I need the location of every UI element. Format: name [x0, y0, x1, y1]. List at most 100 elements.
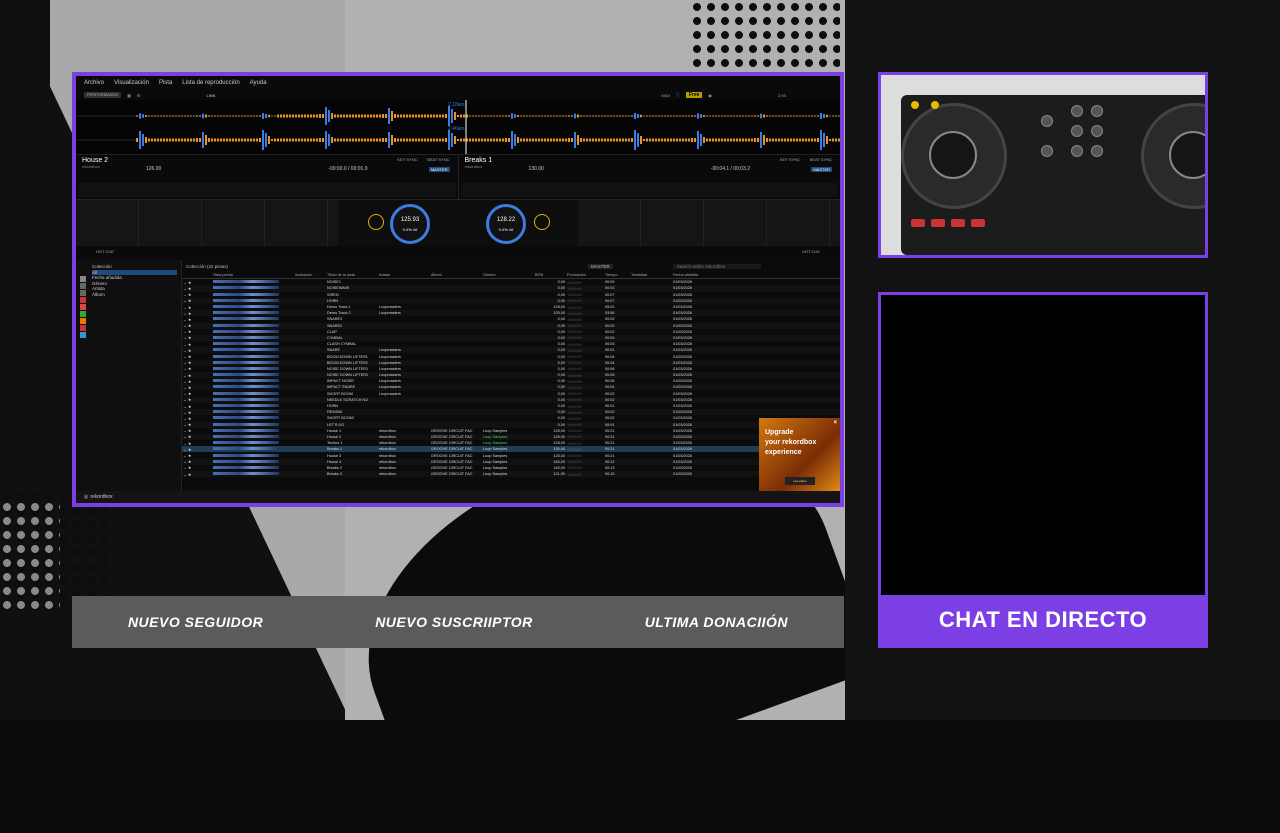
preview-waveform[interactable] — [213, 342, 279, 346]
plan-badge[interactable]: Free — [685, 92, 703, 98]
deck-left-mini-waveform[interactable] — [78, 183, 456, 197]
info-icon[interactable]: ⓘ — [676, 92, 680, 98]
rating-stars[interactable]: ☆☆☆☆☆ — [567, 367, 582, 371]
pads-left[interactable] — [76, 200, 338, 246]
record-icon[interactable]: ◉ — [708, 93, 712, 98]
track-icon[interactable]: → ★ — [183, 448, 191, 452]
soundcloud-icon[interactable] — [80, 318, 86, 324]
rating-stars[interactable]: ☆☆☆☆☆ — [567, 312, 582, 316]
track-icon[interactable]: → ★ — [183, 361, 191, 365]
track-icon[interactable]: → ★ — [183, 293, 191, 297]
preview-waveform[interactable] — [213, 434, 279, 438]
track-icon[interactable]: → ★ — [183, 423, 191, 427]
track-icon[interactable]: → ★ — [183, 299, 191, 303]
playlist-icon[interactable] — [80, 283, 86, 289]
link-button[interactable]: LINK — [207, 93, 216, 98]
rating-stars[interactable]: ☆☆☆☆☆ — [567, 299, 582, 303]
preview-waveform[interactable] — [213, 335, 279, 339]
spotify-icon[interactable] — [80, 311, 86, 317]
menu-lista[interactable]: Lista de reproducción — [182, 80, 239, 86]
menu-pista[interactable]: Pista — [159, 80, 172, 86]
rating-stars[interactable]: ☆☆☆☆☆ — [567, 349, 582, 353]
track-icon[interactable]: → ★ — [183, 473, 191, 477]
search-input[interactable]: Search within rekordbox — [672, 263, 761, 269]
hot-cue-left[interactable]: HOT CUE — [96, 249, 114, 254]
cue-left-button[interactable] — [368, 214, 384, 230]
rating-stars[interactable]: ☆☆☆☆☆ — [567, 374, 582, 378]
mode-select[interactable]: PERFORMANCE — [84, 92, 122, 98]
rating-stars[interactable]: ☆☆☆☆☆ — [567, 324, 582, 328]
track-icon[interactable]: → ★ — [183, 442, 191, 446]
table-row[interactable]: → ★ Breaks 3 rekordbox GROOVE CIRCUIT FAC Lo… — [182, 471, 840, 478]
preview-waveform[interactable] — [213, 373, 279, 377]
midi-button[interactable]: MIDI — [661, 93, 669, 98]
col-title[interactable]: Título de la pista — [326, 272, 378, 280]
track-icon[interactable]: → ★ — [183, 398, 191, 402]
col-time[interactable]: Tiempo — [604, 272, 630, 280]
sidebar-item-album[interactable]: Álbum — [92, 292, 177, 298]
preview-waveform[interactable] — [213, 416, 279, 420]
preview-waveform[interactable] — [213, 366, 279, 370]
master-select[interactable]: MASTER — [588, 263, 613, 269]
preview-waveform[interactable] — [213, 447, 279, 451]
track-icon[interactable]: → ★ — [183, 367, 191, 371]
col-album[interactable]: Álbum — [430, 272, 482, 280]
rating-stars[interactable]: ☆☆☆☆☆ — [567, 448, 582, 452]
track-icon[interactable]: → ★ — [183, 349, 191, 353]
ad-button[interactable]: see plans — [785, 477, 815, 485]
rating-stars[interactable]: ☆☆☆☆☆ — [567, 435, 582, 439]
rating-stars[interactable]: ☆☆☆☆☆ — [567, 361, 582, 365]
rating-stars[interactable]: ☆☆☆☆☆ — [567, 466, 582, 470]
track-icon[interactable]: → ★ — [183, 318, 191, 322]
preview-waveform[interactable] — [213, 317, 279, 321]
track-icon[interactable]: → ★ — [183, 330, 191, 334]
waveform-overview[interactable]: 2.18ars 2.46ars — [76, 100, 840, 154]
preview-waveform[interactable] — [213, 292, 279, 296]
deck-right-beat-sync[interactable]: BEAT SYNC — [810, 157, 832, 162]
rating-stars[interactable]: ☆☆☆☆☆ — [567, 398, 582, 402]
preview-waveform[interactable] — [213, 397, 279, 401]
menu-ayuda[interactable]: Ayuda — [250, 80, 267, 86]
track-icon[interactable]: → ★ — [183, 411, 191, 415]
preview-waveform[interactable] — [213, 404, 279, 408]
track-icon[interactable]: → ★ — [183, 281, 191, 285]
track-icon[interactable]: → ★ — [183, 355, 191, 359]
track-icon[interactable]: → ★ — [183, 460, 191, 464]
preview-waveform[interactable] — [213, 410, 279, 414]
preview-waveform[interactable] — [213, 329, 279, 333]
preview-waveform[interactable] — [213, 286, 279, 290]
track-icon[interactable]: → ★ — [183, 392, 191, 396]
track-icon[interactable]: → ★ — [183, 429, 191, 433]
col-rating[interactable]: Puntuación — [566, 272, 604, 280]
rating-stars[interactable]: ☆☆☆☆☆ — [567, 454, 582, 458]
settings-icon[interactable]: ⚙ — [137, 93, 141, 98]
rating-stars[interactable]: ☆☆☆☆☆ — [567, 411, 582, 415]
preview-waveform[interactable] — [213, 360, 279, 364]
rating-stars[interactable]: ☆☆☆☆☆ — [567, 405, 582, 409]
deck-left-beat-sync[interactable]: BEAT SYNC — [427, 157, 449, 162]
track-icon[interactable]: → ★ — [183, 374, 191, 378]
col-bpm[interactable]: BPM — [534, 272, 566, 280]
cue-right-button[interactable] — [534, 214, 550, 230]
rating-stars[interactable]: ☆☆☆☆☆ — [567, 336, 582, 340]
rating-stars[interactable]: ☆☆☆☆☆ — [567, 392, 582, 396]
track-icon[interactable]: → ★ — [183, 380, 191, 384]
track-icon[interactable]: → ★ — [183, 324, 191, 328]
col-key[interactable]: Tonalidad — [630, 272, 672, 280]
rating-stars[interactable]: ☆☆☆☆☆ — [567, 330, 582, 334]
rating-stars[interactable]: ☆☆☆☆☆ — [567, 423, 582, 427]
upgrade-ad[interactable]: × Upgrade your rekordbox experience see … — [759, 418, 840, 493]
preview-waveform[interactable] — [213, 459, 279, 463]
folder-icon[interactable] — [80, 290, 86, 296]
rating-stars[interactable]: ☆☆☆☆☆ — [567, 380, 582, 384]
track-icon[interactable]: → ★ — [183, 417, 191, 421]
rating-stars[interactable]: ☆☆☆☆☆ — [567, 355, 582, 359]
rating-stars[interactable]: ☆☆☆☆☆ — [567, 293, 582, 297]
rating-stars[interactable]: ☆☆☆☆☆ — [567, 306, 582, 310]
col-artwork[interactable]: Ilustración — [294, 272, 326, 280]
deck-left-key-sync[interactable]: KEY SYNC — [397, 157, 417, 162]
deck-right-key-sync[interactable]: KEY SYNC — [780, 157, 800, 162]
preview-waveform[interactable] — [213, 385, 279, 389]
jog-right[interactable]: 128.22 0.0% ±6 — [486, 204, 526, 244]
rating-stars[interactable]: ☆☆☆☆☆ — [567, 473, 582, 477]
